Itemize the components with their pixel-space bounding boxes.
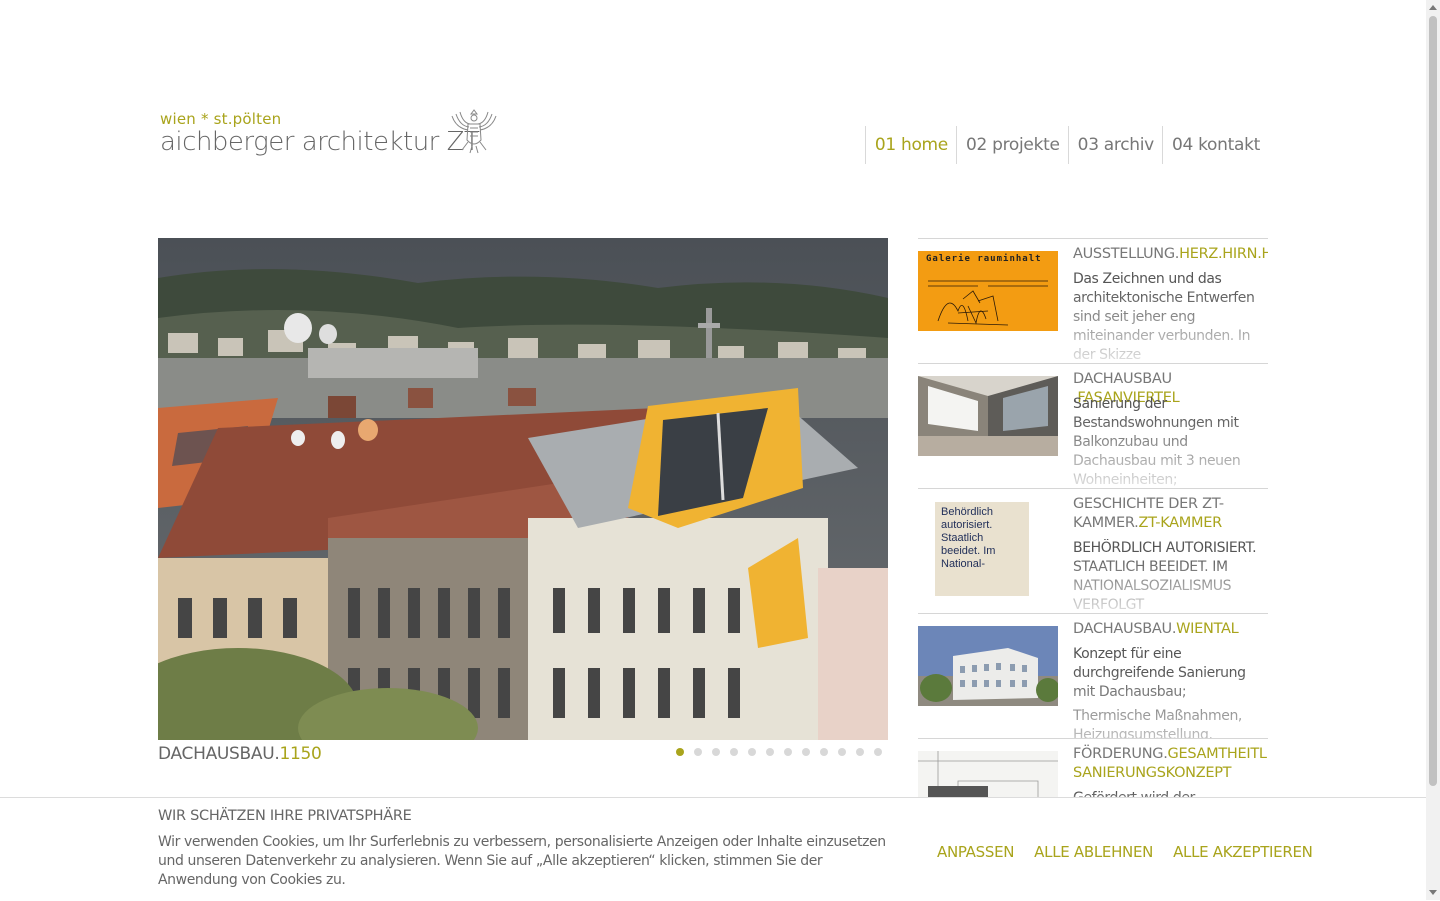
scroll-down-icon[interactable] <box>1429 890 1437 895</box>
news-item[interactable]: DACHAUSBAU.WIENTAL Konzept für eine durc… <box>918 613 1268 738</box>
site-logo[interactable]: wien * st.pölten aichberger architektur … <box>160 109 500 160</box>
news-title: DACHAUSBAU.WIENTAL <box>1073 620 1268 639</box>
main-nav: 01 home 02 projekte 03 archiv 04 kontakt <box>864 126 1268 164</box>
cookie-banner: WIR SCHÄTZEN IHRE PRIVATSPHÄRE Wir verwe… <box>0 797 1426 901</box>
news-item[interactable]: FÖRDERUNG.GESAMTHEITLICHES SANIERUNGSKON… <box>918 738 1268 798</box>
slider-dot[interactable] <box>856 748 864 756</box>
cookie-title: WIR SCHÄTZEN IHRE PRIVATSPHÄRE <box>158 808 412 824</box>
slide-caption-prefix: DACHAUSBAU. <box>158 744 280 764</box>
slider-dot[interactable] <box>784 748 792 756</box>
news-thumbnail: Behördlich autorisiert. Staatlich beeide… <box>935 502 1029 596</box>
news-excerpt: BEHÖRDLICH AUTORISIERT. STAATLICH BEEIDE… <box>1073 540 1257 613</box>
news-excerpt: Das Zeichnen und das architektonische En… <box>1073 271 1255 363</box>
news-thumbnail <box>918 376 1058 456</box>
nav-kontakt[interactable]: 04 kontakt <box>1161 126 1268 164</box>
news-excerpt: Konzept für eine durchgreifende Sanierun… <box>1073 645 1268 738</box>
news-excerpt-line: Thermische Maßnahmen, Heizungsumstellung… <box>1073 708 1242 738</box>
news-thumbnail: Galerie rauminhalt <box>918 251 1058 331</box>
slider-dot[interactable] <box>874 748 882 756</box>
news-thumbnail <box>918 626 1058 706</box>
news-list: Galerie rauminhalt AUSSTELLUNG.HERZ.HIRN… <box>918 238 1268 798</box>
nav-home[interactable]: 01 home <box>864 126 956 164</box>
slider-dot[interactable] <box>730 748 738 756</box>
slide-caption-accent: 1150 <box>279 744 322 764</box>
slider-dot[interactable] <box>802 748 810 756</box>
logo-subtitle: wien * st.pölten <box>160 110 282 128</box>
slider-dot[interactable] <box>766 748 774 756</box>
scroll-thumb[interactable] <box>1429 16 1437 786</box>
news-title-accent: HERZ.HIRN.HAND <box>1179 246 1268 262</box>
nav-projekte[interactable]: 02 projekte <box>955 126 1068 164</box>
page-scrollbar[interactable] <box>1426 0 1440 900</box>
eagle-emblem-icon <box>451 109 497 154</box>
news-item[interactable]: DACHAUSBAU .FASANVIERTEL Sanierung der B… <box>918 363 1268 488</box>
news-excerpt: Sanierung der Bestandswohnungen mit Balk… <box>1073 396 1241 488</box>
sketch-drawing-icon <box>928 280 1048 326</box>
scroll-up-icon[interactable] <box>1429 5 1437 10</box>
slider-dot[interactable] <box>838 748 846 756</box>
news-title-prefix: DACHAUSBAU. <box>1073 621 1177 637</box>
news-title-prefix: AUSSTELLUNG. <box>1073 246 1180 262</box>
news-excerpt-line: Konzept für eine durchgreifende Sanierun… <box>1073 646 1246 700</box>
nav-archiv[interactable]: 03 archiv <box>1067 126 1162 164</box>
slider-dot[interactable] <box>820 748 828 756</box>
cookie-customize-button[interactable]: ANPASSEN <box>937 843 1014 861</box>
cookie-actions: ANPASSEN ALLE ABLEHNEN ALLE AKZEPTIEREN <box>937 843 1313 861</box>
logo-title: aichberger architektur ZT <box>160 127 480 157</box>
hero-slider[interactable] <box>158 238 888 740</box>
news-title-accent: ZT-KAMMER <box>1138 515 1222 531</box>
slider-dots <box>676 748 882 756</box>
news-title: AUSSTELLUNG.HERZ.HIRN.HAND <box>1073 245 1268 264</box>
building-render-image <box>918 626 1058 706</box>
news-title-accent: WIENTAL <box>1176 621 1239 637</box>
slider-dot[interactable] <box>712 748 720 756</box>
news-item[interactable]: Galerie rauminhalt AUSSTELLUNG.HERZ.HIRN… <box>918 238 1268 363</box>
slider-dot[interactable] <box>694 748 702 756</box>
news-thumbnail <box>918 751 1058 798</box>
news-title: FÖRDERUNG.GESAMTHEITLICHES SANIERUNGSKON… <box>1073 745 1268 783</box>
cookie-text: Wir verwenden Cookies, um Ihr Surferlebn… <box>158 834 886 888</box>
interior-attic-image <box>918 376 1058 456</box>
news-title: GESCHICHTE DER ZT-KAMMER.ZT-KAMMER <box>1073 495 1268 533</box>
interior-sketch-image <box>918 751 1058 798</box>
news-title-prefix: FÖRDERUNG. <box>1073 746 1168 762</box>
slider-dot[interactable] <box>676 748 684 756</box>
hero-image-rooftops <box>158 238 888 740</box>
slider-dot[interactable] <box>748 748 756 756</box>
thumb-label: Behördlich autorisiert. Staatlich beeide… <box>941 506 996 570</box>
news-item[interactable]: Behördlich autorisiert. Staatlich beeide… <box>918 488 1268 613</box>
cookie-reject-all-button[interactable]: ALLE ABLEHNEN <box>1034 843 1153 861</box>
slide-caption[interactable]: DACHAUSBAU.1150 <box>158 744 322 764</box>
cookie-accept-all-button[interactable]: ALLE AKZEPTIEREN <box>1173 843 1313 861</box>
